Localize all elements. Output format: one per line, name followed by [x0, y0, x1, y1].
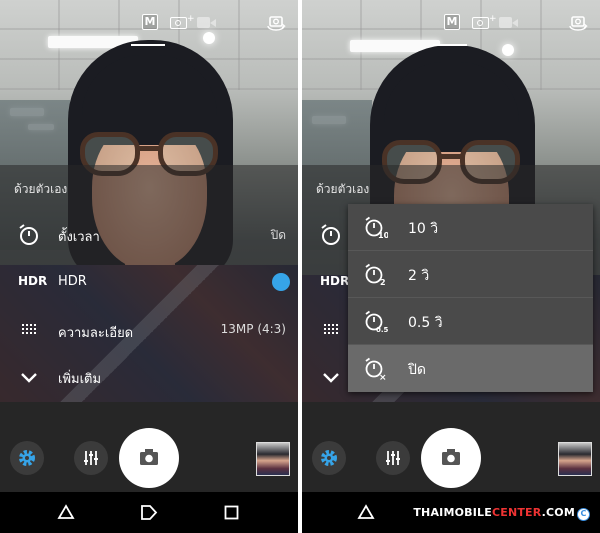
ceiling-spotlight [502, 44, 514, 56]
system-nav-bar: THAIMOBILECENTER.COM C [302, 492, 600, 533]
setting-label: ตั้งเวลา [58, 230, 100, 245]
setting-label: ความละเอียด [58, 326, 134, 341]
watermark: THAIMOBILECENTER.COM C [413, 506, 590, 521]
timer-off-icon: × [365, 357, 387, 381]
setting-value: 13MP (4:3) [220, 322, 286, 336]
svg-text:0.5: 0.5 [376, 326, 388, 334]
timer-10-icon: 10 [365, 216, 388, 240]
camera-screen-left: M + ด้วยตัวเอง ตั้งเวลา ปิด HDR HDR ความ… [0, 0, 298, 533]
timer-option-10s[interactable]: 10 10 วิ [348, 204, 593, 251]
timer-option-label: 10 วิ [408, 221, 439, 237]
photo-mode-icon[interactable]: + [170, 14, 195, 30]
mode-indicator [131, 44, 165, 46]
switch-camera-icon[interactable] [266, 12, 286, 32]
setting-row-hdr[interactable]: HDR HDR [0, 259, 298, 307]
settings-button[interactable] [10, 441, 44, 475]
system-nav-bar [0, 492, 298, 533]
svg-text:10: 10 [378, 231, 388, 240]
camera-screen-right: M + ด้วยตัวเอง HDR 10 10 วิ 2 2 วิ 0.5 0… [302, 0, 600, 533]
switch-camera-icon[interactable] [568, 12, 588, 32]
photo-mode-icon[interactable]: + [472, 14, 497, 30]
sliders-icon [84, 451, 98, 465]
chevron-down-icon [323, 373, 339, 383]
viewfinder[interactable]: M + ด้วยตัวเอง ตั้งเวลา ปิด HDR HDR ความ… [0, 0, 298, 402]
hdr-icon: HDR [320, 274, 350, 288]
timer-2-icon: 2 [365, 263, 386, 287]
timer-option-05s[interactable]: 0.5 0.5 วิ [348, 298, 593, 345]
timer-option-off[interactable]: × ปิด [348, 345, 593, 392]
gear-icon [321, 450, 337, 466]
adjustments-button[interactable] [376, 441, 410, 475]
manual-mode-icon[interactable]: M [444, 14, 460, 30]
hdr-toggle[interactable] [272, 273, 290, 291]
video-mode-icon[interactable] [197, 17, 217, 28]
svg-text:×: × [379, 373, 387, 381]
setting-label: เพิ่มเติม [58, 372, 102, 387]
timer-option-label: 0.5 วิ [408, 315, 443, 331]
settings-header: ด้วยตัวเอง [316, 182, 370, 196]
settings-panel: ด้วยตัวเอง ตั้งเวลา ปิด HDR HDR ความละเอ… [0, 165, 298, 402]
timer-option-label: ปิด [408, 362, 426, 378]
gallery-thumbnail[interactable] [256, 442, 290, 476]
manual-mode-icon[interactable]: M [142, 14, 158, 30]
setting-row-resolution[interactable]: ความละเอียด 13MP (4:3) [0, 307, 298, 355]
sliders-icon [386, 451, 400, 465]
timer-dropdown: 10 10 วิ 2 2 วิ 0.5 0.5 วิ × ปิด [348, 204, 593, 392]
svg-text:2: 2 [380, 278, 386, 287]
gallery-thumbnail[interactable] [558, 442, 592, 476]
shutter-button[interactable] [119, 428, 179, 488]
mode-indicator [433, 44, 467, 46]
camera-icon [140, 449, 158, 465]
ceiling-spotlight [203, 32, 215, 44]
viewfinder[interactable]: M + ด้วยตัวเอง HDR 10 10 วิ 2 2 วิ 0.5 0… [302, 0, 600, 402]
timer-option-label: 2 วิ [408, 268, 430, 284]
back-icon[interactable] [57, 504, 75, 520]
camera-icon [442, 449, 460, 465]
timer-icon [19, 224, 38, 245]
back-icon[interactable] [357, 504, 375, 520]
setting-value: ปิด [270, 228, 286, 242]
settings-header: ด้วยตัวเอง [14, 182, 68, 196]
hdr-icon: HDR [18, 274, 48, 288]
setting-label: HDR [58, 274, 87, 289]
settings-button[interactable] [312, 441, 346, 475]
timer-icon [321, 224, 340, 245]
setting-row-timer[interactable]: ตั้งเวลา ปิด [0, 211, 298, 259]
chevron-down-icon [21, 373, 37, 383]
setting-row-more[interactable]: เพิ่มเติม [0, 353, 298, 401]
adjustments-button[interactable] [74, 441, 108, 475]
timer-option-2s[interactable]: 2 2 วิ [348, 251, 593, 298]
video-mode-icon[interactable] [499, 17, 519, 28]
shutter-button[interactable] [421, 428, 481, 488]
recents-icon[interactable] [224, 505, 239, 520]
home-icon[interactable] [140, 504, 158, 521]
gear-icon [19, 450, 35, 466]
resolution-icon [324, 324, 338, 334]
resolution-icon [22, 324, 36, 334]
timer-05-icon: 0.5 [365, 310, 388, 334]
